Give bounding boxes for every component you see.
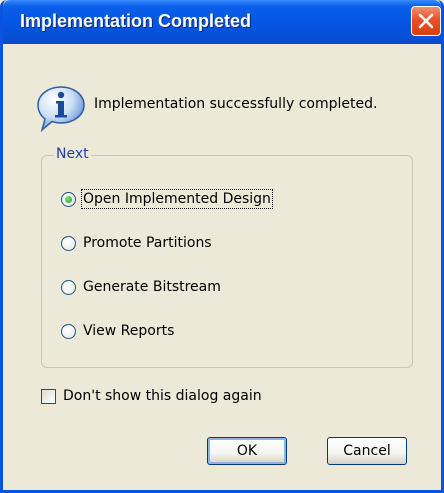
dialog-title: Implementation Completed	[20, 11, 252, 31]
radio-button-checked[interactable]	[61, 191, 76, 207]
info-icon	[37, 86, 85, 133]
radio-view-reports[interactable]: View Reports	[61, 321, 174, 341]
radio-label[interactable]: Open Implemented Design	[81, 189, 273, 209]
dialog-window: Implementation Completed Implementation …	[0, 0, 444, 493]
radio-open-implemented-design[interactable]: Open Implemented Design	[61, 189, 273, 209]
message-text: Implementation successfully completed.	[94, 96, 378, 112]
radio-dot	[65, 195, 72, 203]
radio-label[interactable]: Generate Bitstream	[83, 279, 221, 295]
dialog-body: Implementation successfully completed. N…	[3, 44, 441, 490]
radio-button[interactable]	[61, 279, 76, 295]
radio-generate-bitstream[interactable]: Generate Bitstream	[61, 277, 221, 297]
radio-button[interactable]	[61, 235, 76, 251]
dont-show-again-checkbox[interactable]	[41, 388, 56, 404]
radio-label[interactable]: View Reports	[83, 323, 174, 339]
cancel-button[interactable]: Cancel	[327, 437, 407, 465]
ok-button[interactable]: OK	[207, 437, 287, 465]
radio-promote-partitions[interactable]: Promote Partitions	[61, 233, 212, 253]
close-button[interactable]	[411, 6, 441, 36]
next-group-label: Next	[54, 146, 91, 162]
dont-show-again-option[interactable]: Don't show this dialog again	[41, 386, 262, 406]
title-bar[interactable]: Implementation Completed	[3, 0, 441, 44]
close-x-icon	[418, 13, 434, 29]
radio-button[interactable]	[61, 323, 76, 339]
next-groupbox: Next Open Implemented Design Promote Par…	[41, 146, 413, 368]
radio-label[interactable]: Promote Partitions	[83, 235, 212, 251]
dont-show-again-label[interactable]: Don't show this dialog again	[63, 388, 262, 404]
